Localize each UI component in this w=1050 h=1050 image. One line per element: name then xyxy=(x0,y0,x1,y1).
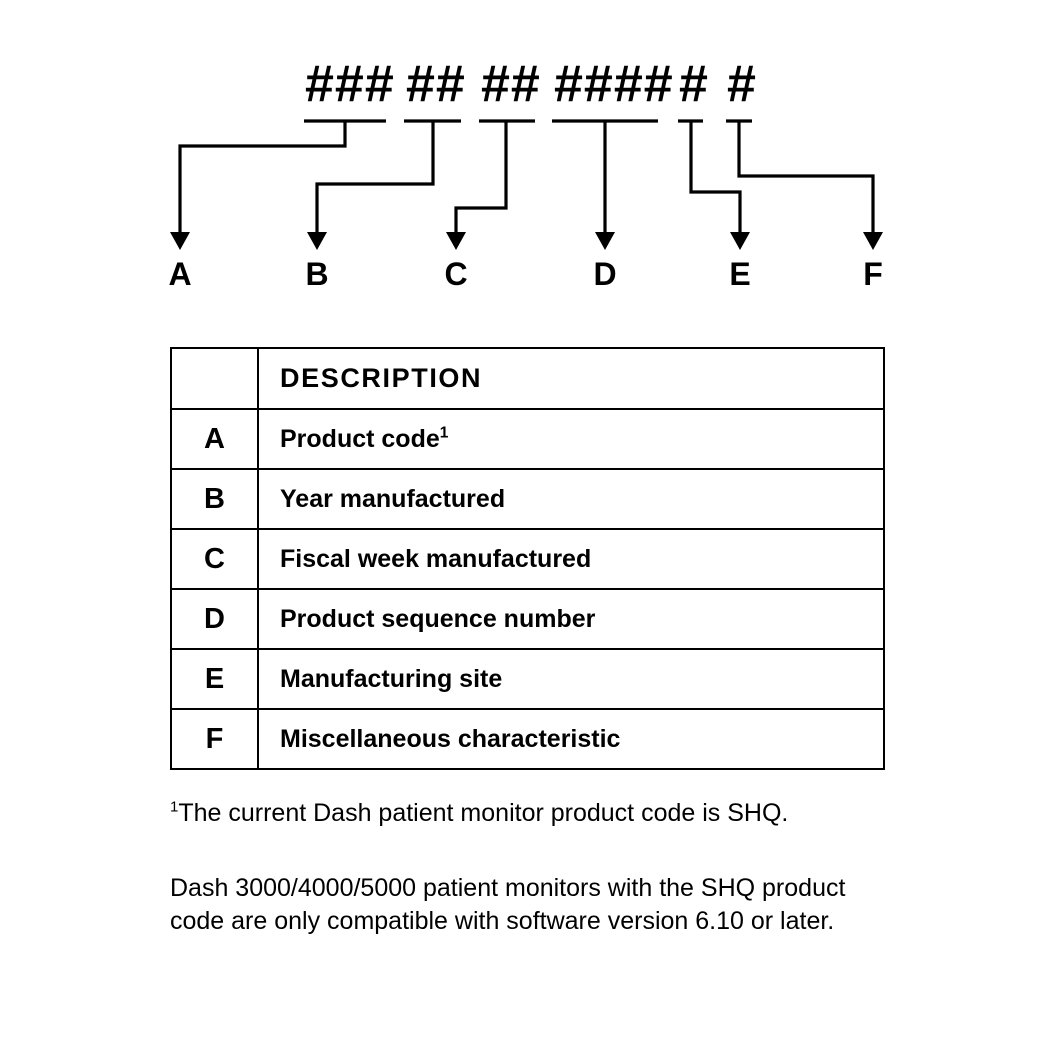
table-row: E Manufacturing site xyxy=(170,648,885,710)
arrowhead-d xyxy=(595,232,615,250)
row-description-e: Manufacturing site xyxy=(257,648,885,710)
row-key-b: B xyxy=(170,468,259,530)
row-key-a: A xyxy=(170,408,259,470)
arrow-label-b: B xyxy=(305,256,329,292)
arrowhead-a xyxy=(170,232,190,250)
row-description-a-text: Product code xyxy=(280,424,440,453)
row-description-a: Product code1 xyxy=(257,408,885,470)
row-key-f: F xyxy=(170,708,259,770)
table-row: C Fiscal week manufactured xyxy=(170,528,885,590)
leader-e xyxy=(689,121,742,238)
table-row: B Year manufactured xyxy=(170,468,885,530)
table-row: A Product code1 xyxy=(170,408,885,470)
row-key-e: E xyxy=(170,648,259,710)
description-table: DESCRIPTION A Product code1 B Year manuf… xyxy=(170,347,885,770)
arrowhead-f xyxy=(863,232,883,250)
footnote-text: The current Dash patient monitor product… xyxy=(178,799,789,827)
header-key-cell xyxy=(170,347,259,410)
table-header-row: DESCRIPTION xyxy=(170,347,885,410)
leader-lines-svg xyxy=(170,119,883,250)
row-description-f: Miscellaneous characteristic xyxy=(257,708,885,770)
arrowhead-b xyxy=(307,232,327,250)
footnote: 1The current Dash patient monitor produc… xyxy=(170,798,930,829)
row-description-d: Product sequence number xyxy=(257,588,885,650)
row-description-c: Fiscal week manufactured xyxy=(257,528,885,590)
header-description-cell: DESCRIPTION xyxy=(257,347,885,410)
row-footnote-marker-a: 1 xyxy=(439,424,449,442)
row-key-d: D xyxy=(170,588,259,650)
arrow-label-c: C xyxy=(444,256,468,292)
arrowhead-e xyxy=(730,232,750,250)
table-row: D Product sequence number xyxy=(170,588,885,650)
table-row: F Miscellaneous characteristic xyxy=(170,708,885,770)
leader-f xyxy=(737,121,875,238)
serial-number-format-diagram: ### ## ## #### # # A B C D E F xyxy=(0,0,1050,320)
arrow-label-a: A xyxy=(168,256,192,292)
row-description-b: Year manufactured xyxy=(257,468,885,530)
leader-c xyxy=(454,121,508,238)
arrowheads xyxy=(170,232,883,250)
arrow-label-f: F xyxy=(863,256,883,292)
arrow-label-d: D xyxy=(593,256,617,292)
leader-b xyxy=(315,121,435,238)
compatibility-note: Dash 3000/4000/5000 patient monitors wit… xyxy=(170,874,846,935)
arrowhead-c xyxy=(446,232,466,250)
row-key-c: C xyxy=(170,528,259,590)
leader-a xyxy=(178,121,347,238)
arrow-label-e: E xyxy=(729,256,751,292)
